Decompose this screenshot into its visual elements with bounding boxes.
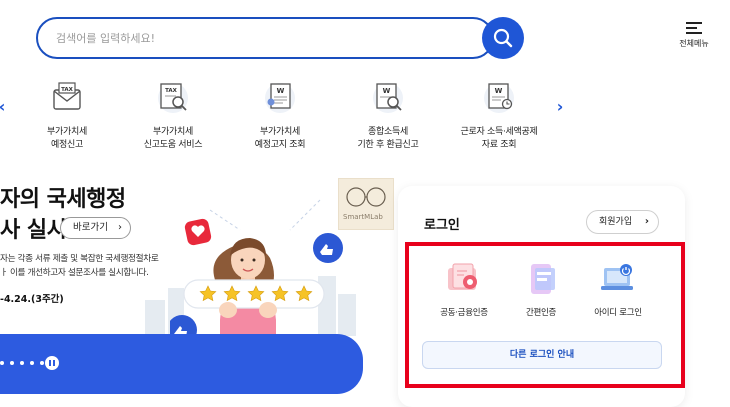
svg-text:TAX: TAX	[165, 88, 178, 94]
pager-dot[interactable]	[40, 361, 44, 365]
banner-description: 자는 각종 서류 제출 및 복잡한 국세행정절차로 ㅏ 이를 개선하고자 설문조…	[0, 252, 159, 280]
service-item[interactable]: TAX 부가가치세예정신고	[12, 80, 122, 152]
chevron-right-icon: ›	[117, 222, 122, 233]
pager-dot[interactable]	[30, 361, 34, 365]
service-label-line1: 부가가치세	[153, 127, 193, 137]
all-menu-button[interactable]: 전체메뉴	[674, 22, 714, 49]
service-item[interactable]: TAX 부가가치세신고도움 서비스	[118, 80, 228, 152]
service-label-line2: 기한 후 환급신고	[357, 140, 419, 150]
services-next-arrow[interactable]: ›	[552, 96, 568, 116]
watermark-logo: SmartMLab	[338, 178, 394, 230]
search-button[interactable]	[482, 17, 524, 59]
banner-period: -4.24.(3주간)	[0, 294, 64, 305]
banner-go-button[interactable]: 바로가기 ›	[60, 217, 131, 239]
banner-title-line1: 자의 국세행정	[0, 187, 126, 212]
search-icon	[493, 28, 513, 48]
worker-document-icon: W	[482, 80, 516, 114]
pause-button[interactable]	[45, 356, 59, 370]
menu-icon	[686, 22, 702, 34]
service-label-line2: 예정고지 조회	[254, 140, 306, 150]
chevron-right-icon: ›	[644, 216, 649, 227]
highlight-box	[405, 242, 685, 388]
service-item[interactable]: W 종합소득세기한 후 환급신고	[333, 80, 443, 152]
service-label-line2: 예정신고	[51, 140, 83, 150]
tax-search-icon: TAX	[156, 80, 190, 114]
notice-document-icon: W	[263, 80, 297, 114]
svg-text:W: W	[495, 87, 503, 95]
pager-dots	[0, 361, 44, 365]
banner-desc-line2: ㅏ 이를 개선하고자 설문조사를 실시합니다.	[0, 268, 149, 278]
pager-dot[interactable]	[10, 361, 14, 365]
survey-illustration	[170, 199, 343, 350]
refund-search-icon: W	[371, 80, 405, 114]
service-label-line1: 부가가치세	[47, 127, 87, 137]
signup-label: 회원가입	[599, 217, 633, 227]
search-input[interactable]	[38, 19, 492, 57]
pager-dot[interactable]	[0, 361, 4, 365]
svg-text:W: W	[383, 87, 391, 95]
service-label-line2: 자료 조회	[481, 140, 517, 150]
pause-icon	[49, 360, 51, 366]
watermark-text: SmartMLab	[343, 213, 383, 221]
signup-button[interactable]: 회원가입 ›	[586, 210, 659, 234]
service-label-line2: 신고도움 서비스	[143, 140, 203, 150]
service-item[interactable]: W 근로자 소득·세액공제자료 조회	[444, 80, 554, 152]
svg-text:TAX: TAX	[61, 87, 74, 93]
service-label-line1: 종합소득세	[368, 127, 408, 137]
login-title: 로그인	[424, 218, 460, 233]
pager-dot[interactable]	[20, 361, 24, 365]
search-bar	[36, 17, 494, 59]
service-label-line1: 근로자 소득·세액공제	[460, 127, 538, 137]
all-menu-label: 전체메뉴	[679, 39, 709, 48]
svg-text:W: W	[277, 87, 285, 95]
services-prev-arrow[interactable]: ‹	[0, 96, 10, 116]
tax-envelope-icon: TAX	[50, 80, 84, 114]
banner-desc-line1: 자는 각종 서류 제출 및 복잡한 국세행정절차로	[0, 254, 159, 264]
building-decoration	[145, 300, 165, 336]
banner-go-label: 바로가기	[73, 222, 108, 233]
service-label-line1: 부가가치세	[260, 127, 300, 137]
service-item[interactable]: W 부가가치세예정고지 조회	[225, 80, 335, 152]
